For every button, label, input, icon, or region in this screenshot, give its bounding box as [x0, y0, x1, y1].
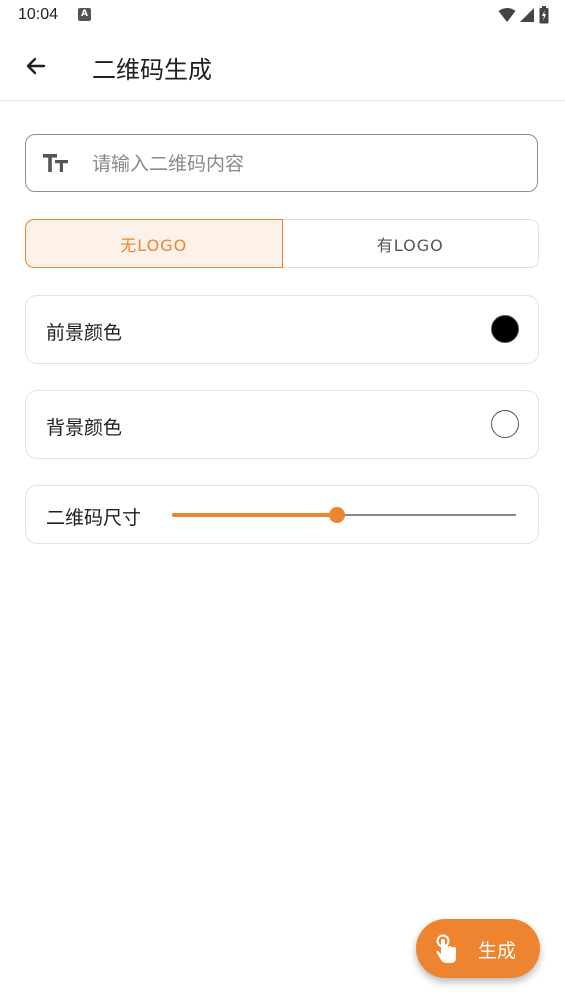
background-color-swatch[interactable] — [491, 410, 519, 438]
background-color-row[interactable]: 背景颜色 — [25, 390, 539, 459]
wifi-icon — [498, 8, 516, 22]
text-size-icon — [42, 150, 70, 180]
content-input-box[interactable] — [25, 134, 538, 193]
no-logo-option[interactable]: 无LOGO — [25, 219, 283, 268]
slider-thumb[interactable] — [329, 507, 346, 523]
generate-button[interactable]: 生成 — [416, 919, 540, 978]
status-notification-icon: A — [78, 8, 91, 21]
status-time: 10:04 — [18, 6, 59, 23]
content-input[interactable] — [90, 135, 524, 193]
app-bar: 二维码生成 — [0, 32, 565, 101]
signal-icon — [520, 8, 534, 22]
foreground-color-label: 前景颜色 — [46, 322, 123, 344]
generate-label: 生成 — [478, 940, 517, 962]
with-logo-option[interactable]: 有LOGO — [282, 219, 539, 268]
foreground-color-row[interactable]: 前景颜色 — [25, 295, 539, 364]
qr-size-slider[interactable] — [172, 506, 516, 524]
status-icons — [498, 6, 549, 24]
arrow-left-icon — [26, 57, 46, 75]
touch-hand-icon — [434, 934, 460, 968]
background-color-label: 背景颜色 — [46, 417, 123, 439]
qr-size-label: 二维码尺寸 — [46, 507, 142, 529]
back-button[interactable] — [18, 48, 54, 84]
slider-fill — [172, 513, 338, 517]
status-bar: 10:04 A — [0, 0, 565, 32]
foreground-color-swatch[interactable] — [491, 315, 519, 343]
page-title: 二维码生成 — [92, 56, 212, 84]
logo-toggle: 无LOGO 有LOGO — [25, 219, 539, 268]
qr-size-row: 二维码尺寸 — [25, 485, 539, 544]
battery-icon — [539, 6, 549, 24]
